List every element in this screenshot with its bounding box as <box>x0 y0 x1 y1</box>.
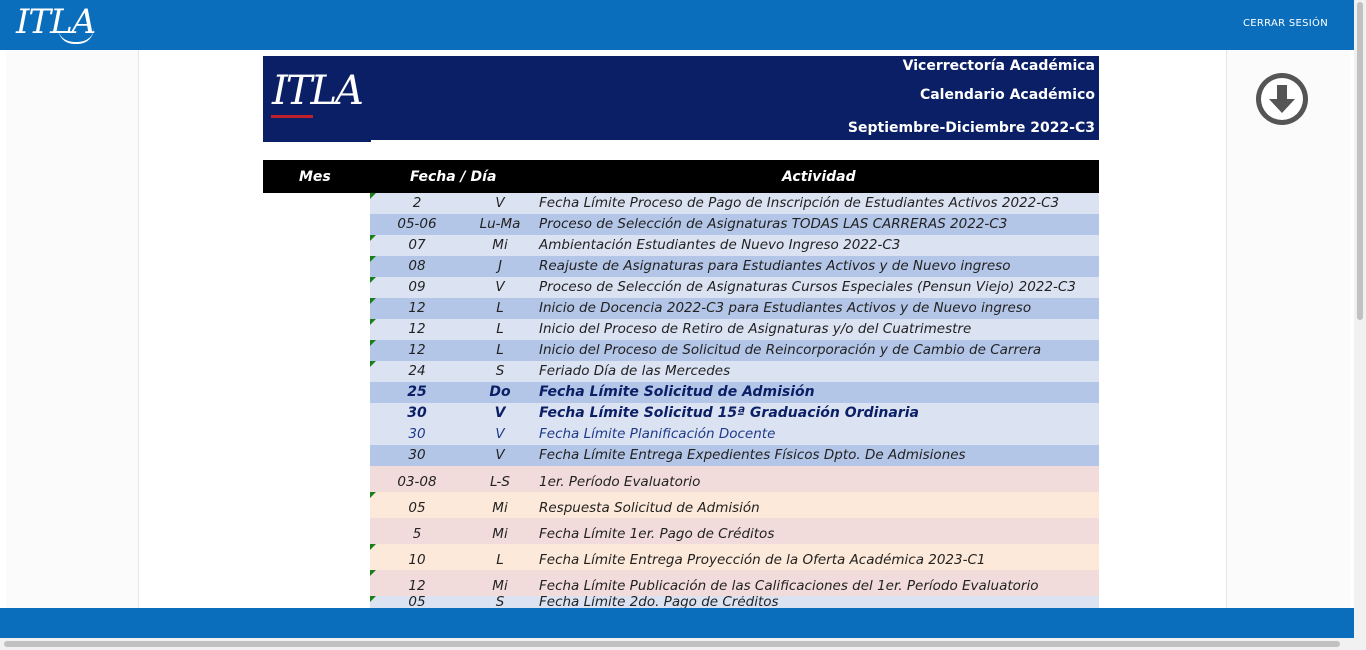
row-activity: Feriado Día de las Mercedes <box>539 363 731 379</box>
month-cell-october: Octubre <box>263 466 370 596</box>
cell-comment-marker <box>370 256 376 262</box>
horizontal-scroll-thumb[interactable] <box>4 641 1340 647</box>
row-day: L <box>496 321 504 337</box>
table-row: 05 S Fecha Límite 2do. Pago de Créditos <box>370 596 1099 608</box>
month-label: Octubre <box>284 523 349 539</box>
row-activity: Inicio del Proceso de Retiro de Asignatu… <box>539 321 972 337</box>
row-date: 12 <box>408 300 426 316</box>
table-row: 12 Mi Fecha Límite Publicación de las Cali… <box>370 570 1099 596</box>
table-row: 30 V Fecha Límite Planificación Docente <box>370 424 1099 445</box>
row-day: S <box>495 363 505 379</box>
row-activity: Fecha Límite Solicitud de Admisión <box>539 384 815 400</box>
header-fecha: Fecha / Día <box>410 169 497 185</box>
logo-red-bar <box>271 115 313 118</box>
doc-title-vicerrectoria: Vicerrectoría Académica <box>902 58 1095 74</box>
row-date: 30 <box>408 447 426 463</box>
doc-title-calendario: Calendario Académico <box>919 87 1095 103</box>
vertical-scroll-thumb[interactable] <box>1357 2 1363 320</box>
row-date: 05-06 <box>397 216 437 232</box>
row-date: 2 <box>412 195 422 211</box>
row-day: J <box>498 258 502 274</box>
table-row: 05-06 Lu-Ma Proceso de Selección de Asigna… <box>370 214 1099 235</box>
cell-comment-marker <box>370 319 376 325</box>
row-activity: Fecha Límite Proceso de Pago de Inscripc… <box>539 195 1060 211</box>
row-activity: Proceso de Selección de Asignaturas Curs… <box>539 279 1076 295</box>
cell-comment-marker <box>370 361 376 367</box>
download-button[interactable] <box>1256 73 1308 125</box>
row-date: 05 <box>408 596 426 608</box>
table-row: 12 L Inicio de Docencia 2022-C3 para Estud… <box>370 298 1099 319</box>
logout-link[interactable]: CERRAR SESIÓN <box>1243 18 1328 29</box>
cell-comment-marker <box>370 235 376 241</box>
doc-title-period: Septiembre-Diciembre 2022-C3 <box>847 120 1095 136</box>
row-activity: Proceso de Selección de Asignaturas TODA… <box>539 216 1008 232</box>
row-activity: Inicio del Proceso de Solicitud de Reinc… <box>539 342 1042 358</box>
row-date: 30 <box>408 426 426 442</box>
row-activity: Fecha Límite 2do. Pago de Créditos <box>539 596 779 608</box>
row-day: L <box>496 342 504 358</box>
row-activity: Inicio de Docencia 2022-C3 para Estudian… <box>539 300 1032 316</box>
row-date: 24 <box>408 363 426 379</box>
table-row: 25 Do Fecha Límite Solicitud de Admisión <box>370 382 1099 403</box>
row-date: 09 <box>408 279 426 295</box>
top-navbar: ITLA CERRAR SESIÓN <box>0 0 1354 50</box>
row-activity: Ambientación Estudiantes de Nuevo Ingres… <box>539 237 901 253</box>
row-activity: Fecha Límite Solicitud 15ª Graduación Or… <box>539 405 919 421</box>
doc-logo: ITLA <box>272 68 364 114</box>
row-activity: Reajuste de Asignaturas para Estudiantes… <box>539 258 1011 274</box>
cell-comment-marker <box>370 340 376 346</box>
row-day: V <box>495 279 505 295</box>
cell-comment-marker <box>370 544 376 550</box>
header-mes: Mes <box>299 169 331 185</box>
row-activity: Fecha Límite Entrega Expedientes Físicos… <box>539 447 966 463</box>
month-label: Sepiembre <box>274 321 359 338</box>
table-row: 05 Mi Respuesta Solicitud de Admisión <box>370 492 1099 518</box>
table-row: 24 S Feriado Día de las Mercedes <box>370 361 1099 382</box>
cell-comment-marker <box>370 277 376 283</box>
month-cell-september: Sepiembre <box>263 193 370 466</box>
row-day: Do <box>489 384 511 400</box>
table-row: 2 V Fecha Límite Proceso de Pago de Inscri… <box>370 193 1099 214</box>
row-activity: Fecha Límite Planificación Docente <box>539 426 776 442</box>
row-date: 30 <box>407 405 427 421</box>
footer-bar <box>0 608 1354 638</box>
cell-comment-marker <box>370 596 376 602</box>
cell-comment-marker <box>370 492 376 498</box>
table-row: 10 L Fecha Límite Entrega Proyección de la… <box>370 544 1099 570</box>
header-actividad: Actividad <box>782 169 856 185</box>
row-date: 25 <box>407 384 427 400</box>
row-date: 08 <box>408 258 426 274</box>
table-row: 07 Mi Ambientación Estudiantes de Nuevo In… <box>370 235 1099 256</box>
row-day: V <box>494 405 506 421</box>
table-row: 30 V Fecha Límite Solicitud 15ª Graduación… <box>370 403 1099 424</box>
row-day: S <box>495 596 505 608</box>
table-row: 5 Mi Fecha Límite 1er. Pago de Créditos <box>370 518 1099 544</box>
arrow-down-icon <box>1261 78 1303 120</box>
row-day: L <box>496 300 504 316</box>
row-day: V <box>495 447 505 463</box>
table-row: 12 L Inicio del Proceso de Retiro de Asign… <box>370 319 1099 340</box>
table-row: 09 V Proceso de Selección de Asignaturas C… <box>370 277 1099 298</box>
row-date: 12 <box>408 321 426 337</box>
row-date: 07 <box>408 237 426 253</box>
table-row: 12 L Inicio del Proceso de Solicitud de Re… <box>370 340 1099 361</box>
cell-comment-marker <box>370 298 376 304</box>
cell-comment-marker <box>370 570 376 576</box>
row-day: Mi <box>492 237 508 253</box>
table-row: 08 J Reajuste de Asignaturas para Estudian… <box>370 256 1099 277</box>
row-date: 12 <box>408 342 426 358</box>
table-header: Mes Fecha / Día Actividad <box>263 160 1099 193</box>
table-row: 30 V Fecha Límite Entrega Expedientes Físi… <box>370 445 1099 466</box>
row-day: V <box>495 195 505 211</box>
cell-comment-marker <box>370 193 376 199</box>
row-day: Lu-Ma <box>479 216 521 232</box>
table-row: 03-08 L-S 1er. Período Evaluatorio <box>370 466 1099 492</box>
month-cell-november <box>263 596 370 608</box>
row-day: V <box>495 426 505 442</box>
